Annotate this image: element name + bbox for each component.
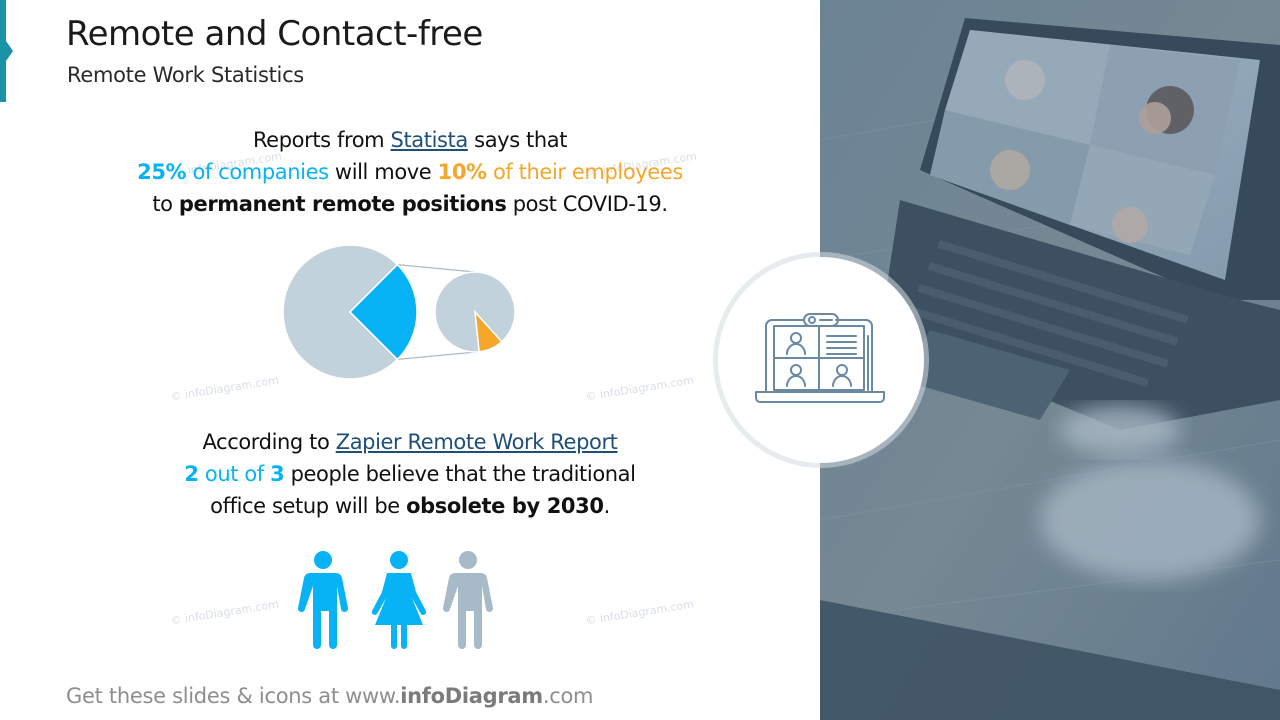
connector-line [397, 264, 476, 273]
companies-text: of companies [186, 160, 329, 184]
employees-text: of their employees [486, 160, 683, 184]
statista-line-3: to permanent remote positions post COVID… [60, 188, 760, 220]
slide-subtitle: Remote Work Statistics [67, 63, 304, 87]
zapier-link[interactable]: Zapier Remote Work Report [336, 430, 618, 454]
text: will move [328, 160, 438, 184]
watermark: © infoDiagram.com [169, 597, 280, 628]
bold-text: obsolete by 2030 [406, 494, 604, 518]
footer-credit: Get these slides & icons at www.infoDiag… [66, 684, 594, 708]
believers-count: 2 [184, 462, 199, 486]
text: says that [467, 128, 568, 152]
statista-line-1: Reports from Statista says that [60, 124, 760, 156]
accent-notch [6, 41, 13, 61]
pie-of-pie-chart [282, 244, 516, 380]
zapier-line-1: According to Zapier Remote Work Report [60, 426, 760, 458]
out-of-text: out of [198, 462, 271, 486]
watermark: © infoDiagram.com [584, 597, 695, 628]
statista-paragraph: Reports from Statista says that 25% of c… [60, 124, 760, 220]
text: . [603, 494, 611, 518]
footer-prefix: Get these slides & icons at www. [66, 684, 401, 708]
woman-icon [371, 551, 427, 649]
companies-percent: 25% [137, 160, 187, 184]
text: to [152, 192, 179, 216]
statista-line-2: 25% of companies will move 10% of their … [60, 156, 760, 188]
text: According to [202, 430, 336, 454]
connector-line [397, 351, 480, 360]
employees-percent: 10% [437, 160, 487, 184]
text: post COVID-19. [506, 192, 668, 216]
man-icon [297, 551, 349, 649]
zapier-line-3: office setup will be obsolete by 2030. [60, 490, 760, 522]
video-conference-laptop-icon [755, 313, 885, 403]
footer-suffix: .com [542, 684, 594, 708]
text: office setup will be [210, 494, 407, 518]
zapier-line-2: 2 out of 3 people believe that the tradi… [60, 458, 760, 490]
people-figures [297, 551, 494, 649]
footer-brand: infoDiagram [400, 684, 543, 708]
text: Reports from [252, 128, 391, 152]
watermark: © infoDiagram.com [584, 373, 695, 404]
text: people believe that the traditional [284, 462, 636, 486]
zapier-paragraph: According to Zapier Remote Work Report 2… [60, 426, 760, 522]
bold-text: permanent remote positions [178, 192, 507, 216]
man-icon [442, 551, 494, 649]
total-count: 3 [270, 462, 285, 486]
statista-link[interactable]: Statista [391, 128, 469, 152]
slide-title: Remote and Contact-free [66, 14, 483, 54]
